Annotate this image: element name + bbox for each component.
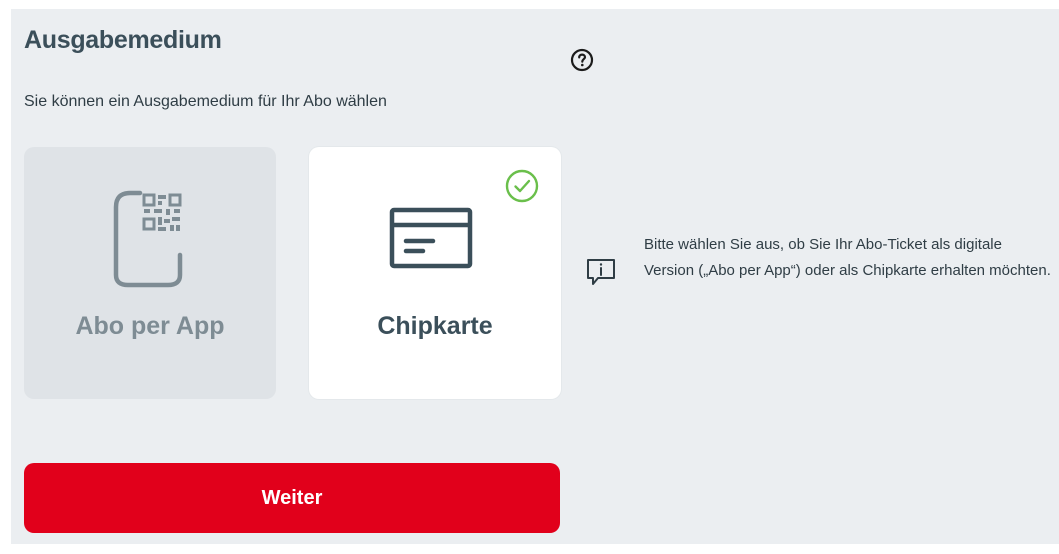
option-label-app: Abo per App — [75, 312, 225, 340]
option-card-app[interactable]: Abo per App — [24, 147, 276, 399]
credit-card-icon — [389, 207, 473, 269]
hint-text: Bitte wählen Sie aus, ob Sie Ihr Abo-Tic… — [644, 236, 1051, 279]
option-card-chipkarte[interactable]: Chipkarte — [309, 147, 561, 399]
question-circle-icon[interactable] — [570, 48, 594, 72]
continue-button[interactable]: Weiter — [24, 463, 560, 533]
option-label-chipkarte: Chipkarte — [377, 312, 493, 340]
phone-qr-code-icon — [113, 190, 183, 288]
check-circle-icon — [505, 169, 539, 203]
info-speech-bubble-icon — [587, 259, 615, 285]
page-title: Ausgabemedium — [24, 26, 222, 54]
page-subtitle: Sie können ein Ausgabemedium für Ihr Abo… — [24, 93, 387, 110]
